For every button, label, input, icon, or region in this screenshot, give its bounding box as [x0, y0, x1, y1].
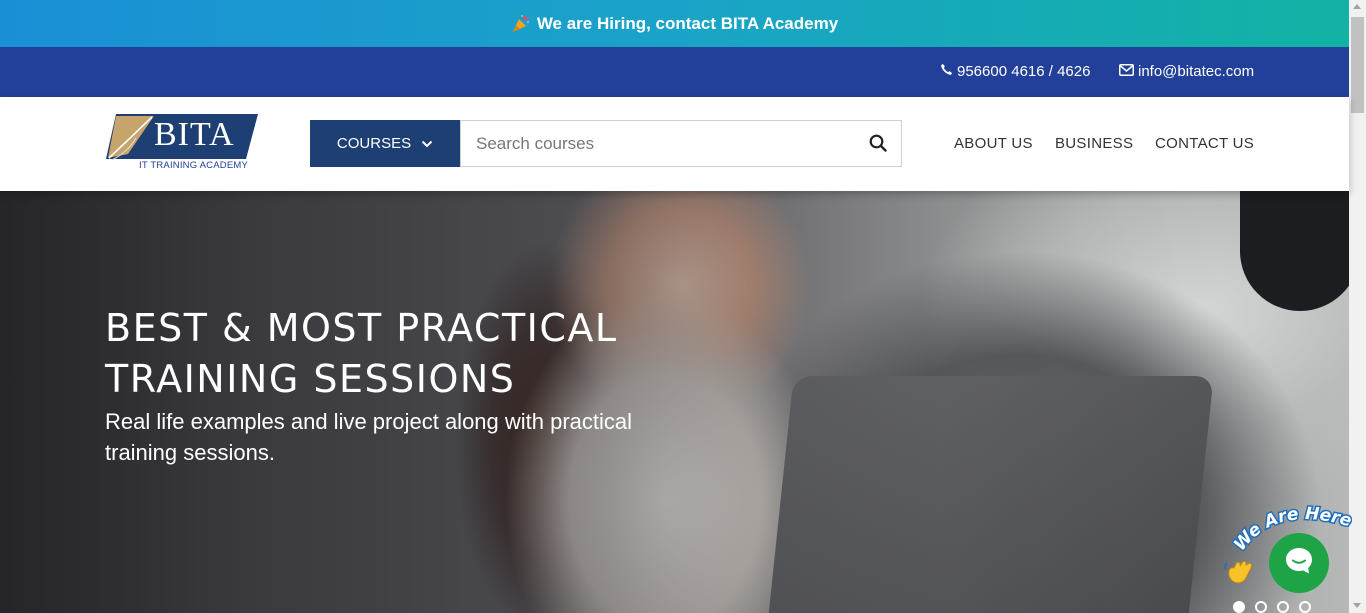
hero-slider[interactable]: BEST & MOST PRACTICAL TRAINING SESSIONS … [0, 191, 1349, 613]
contact-bar: 956600 4616 / 4626 info@bitatec.com [0, 47, 1349, 97]
phone-contact[interactable]: 956600 4616 / 4626 [940, 63, 1090, 80]
scroll-down-arrow-icon[interactable] [1353, 603, 1361, 608]
slider-dot-4[interactable] [1299, 601, 1311, 613]
hiring-text[interactable]: We are Hiring, contact BITA Academy [537, 14, 838, 34]
nav-business[interactable]: BUSINESS [1055, 135, 1133, 152]
courses-label: COURSES [336, 135, 412, 152]
slider-dot-1[interactable] [1233, 601, 1245, 613]
logo-name: BITA [154, 116, 235, 153]
chat-bubble-icon [1283, 545, 1315, 582]
email-contact[interactable]: info@bitatec.com [1119, 63, 1254, 80]
scroll-up-arrow-icon[interactable] [1353, 4, 1361, 9]
bita-logo[interactable]: BITA IT TRAINING ACADEMY [106, 114, 258, 174]
chevron-down-icon [421, 135, 433, 152]
envelope-icon [1119, 63, 1134, 80]
search-box [460, 120, 902, 167]
phone-number[interactable]: 956600 4616 / 4626 [957, 63, 1090, 80]
scrollbar-thumb[interactable] [1351, 17, 1364, 113]
hiring-banner[interactable]: We are Hiring, contact BITA Academy [0, 0, 1349, 47]
hero-title: BEST & MOST PRACTICAL TRAINING SESSIONS [105, 306, 618, 401]
waving-hand-icon [1224, 558, 1258, 591]
party-popper-icon [511, 14, 531, 34]
hero-subtitle: Real life examples and live project alon… [105, 409, 633, 465]
search-input[interactable] [461, 121, 841, 166]
courses-dropdown-button[interactable]: COURSES [310, 120, 460, 167]
nav-about-us[interactable]: ABOUT US [954, 135, 1033, 152]
logo-tagline: IT TRAINING ACADEMY [139, 160, 249, 171]
search-icon[interactable] [869, 134, 887, 157]
slider-dot-2[interactable] [1255, 601, 1267, 613]
chat-button[interactable] [1269, 533, 1329, 593]
email-address[interactable]: info@bitatec.com [1138, 63, 1254, 80]
slider-dot-3[interactable] [1277, 601, 1289, 613]
nav-contact-us[interactable]: CONTACT US [1155, 135, 1254, 152]
main-header: BITA IT TRAINING ACADEMY COURSES ABOUT U… [0, 97, 1349, 191]
slider-dots [1233, 601, 1311, 613]
phone-icon [940, 63, 953, 80]
